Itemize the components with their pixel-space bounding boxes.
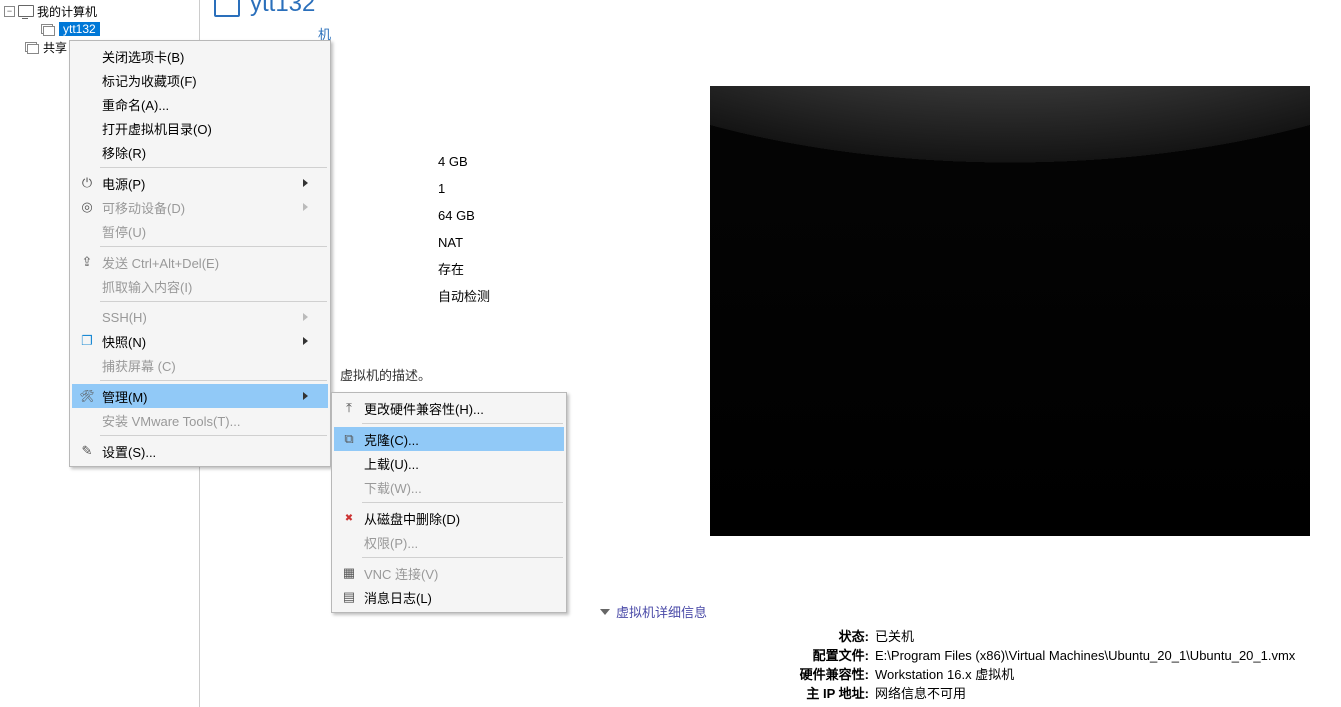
send-icon	[76, 254, 98, 270]
submenu-delete-disk[interactable]: 从磁盘中删除(D)	[334, 506, 564, 530]
menu-removable: 可移动设备(D)	[72, 195, 328, 219]
hw-disk: 64 GB	[438, 202, 490, 229]
menu-separator	[100, 167, 327, 168]
tree-root-label: 我的计算机	[37, 3, 97, 20]
hw-display: 自动检测	[438, 283, 490, 310]
wrench-icon	[76, 389, 98, 403]
menu-open-dir[interactable]: 打开虚拟机目录(O)	[72, 116, 328, 140]
menu-remove[interactable]: 移除(R)	[72, 140, 328, 164]
submenu-arrow-icon	[303, 392, 308, 400]
menu-power[interactable]: 电源(P)	[72, 171, 328, 195]
submenu-clone[interactable]: 克隆(C)...	[334, 427, 564, 451]
details-row-config: 配置文件: E:\Program Files (x86)\Virtual Mac…	[600, 646, 1341, 665]
details-row-compat: 硬件兼容性: Workstation 16.x 虚拟机	[600, 665, 1341, 684]
hw-network: NAT	[438, 229, 490, 256]
disk-icon	[76, 199, 98, 215]
menu-send-cad: 发送 Ctrl+Alt+Del(E)	[72, 250, 328, 274]
menu-close-tab[interactable]: 关闭选项卡(B)	[72, 44, 328, 68]
submenu-permissions: 权限(P)...	[334, 530, 564, 554]
tree-vm-row[interactable]: ytt132	[0, 20, 199, 38]
vm-title-icon	[214, 0, 240, 17]
delete-icon	[338, 513, 360, 524]
vm-title-row: ytt132	[200, 0, 1341, 24]
menu-rename[interactable]: 重命名(A)...	[72, 92, 328, 116]
details-header[interactable]: 虚拟机详细信息	[600, 602, 1341, 621]
submenu-change-hw[interactable]: 更改硬件兼容性(H)...	[334, 396, 564, 420]
menu-separator	[362, 557, 563, 558]
caret-down-icon	[600, 609, 610, 615]
submenu-arrow-icon	[303, 337, 308, 345]
vm-details-section: 虚拟机详细信息 状态: 已关机 配置文件: E:\Program Files (…	[600, 602, 1341, 703]
grid-icon	[338, 565, 360, 581]
submenu-msg-log[interactable]: 消息日志(L)	[334, 585, 564, 609]
menu-separator	[100, 435, 327, 436]
log-icon	[338, 589, 360, 605]
power-icon	[76, 175, 98, 191]
submenu-vnc: VNC 连接(V)	[334, 561, 564, 585]
expander-icon[interactable]: −	[4, 6, 15, 17]
hw-usb: 存在	[438, 256, 490, 283]
tree-selected-vm: ytt132	[59, 22, 100, 36]
submenu-upload[interactable]: 上载(U)...	[334, 451, 564, 475]
submenu-arrow-icon	[303, 203, 308, 211]
details-row-state: 状态: 已关机	[600, 627, 1341, 646]
menu-install-tools: 安装 VMware Tools(T)...	[72, 408, 328, 432]
menu-settings[interactable]: 设置(S)...	[72, 439, 328, 463]
settings-icon	[76, 443, 98, 459]
menu-manage[interactable]: 管理(M)	[72, 384, 328, 408]
partial-link-2[interactable]: 置	[200, 65, 1341, 84]
submenu-arrow-icon	[303, 313, 308, 321]
details-header-label: 虚拟机详细信息	[616, 602, 707, 621]
vm-icon	[40, 23, 56, 36]
menu-grab-input: 抓取输入内容(I)	[72, 274, 328, 298]
menu-separator	[100, 380, 327, 381]
details-row-ip: 主 IP 地址: 网络信息不可用	[600, 684, 1341, 703]
vm-description: 虚拟机的描述。	[340, 365, 431, 384]
menu-capture: 捕获屏幕 (C)	[72, 353, 328, 377]
vm-title: ytt132	[250, 0, 315, 18]
hw-memory: 4 GB	[438, 148, 490, 175]
upload-icon	[338, 400, 360, 416]
menu-snapshot[interactable]: 快照(N)	[72, 329, 328, 353]
menu-pause: 暂停(U)	[72, 219, 328, 243]
menu-separator	[100, 301, 327, 302]
menu-ssh: SSH(H)	[72, 305, 328, 329]
partial-link-1[interactable]: 机	[200, 24, 1341, 43]
tree-root-row[interactable]: − 我的计算机	[0, 2, 199, 20]
menu-separator	[362, 502, 563, 503]
shared-icon	[24, 41, 40, 54]
vm-screenshot-preview[interactable]	[710, 86, 1310, 536]
menu-separator	[362, 423, 563, 424]
hw-processors: 1	[438, 175, 490, 202]
menu-favorite[interactable]: 标记为收藏项(F)	[72, 68, 328, 92]
manage-submenu: 更改硬件兼容性(H)... 克隆(C)... 上载(U)... 下载(W)...…	[331, 392, 567, 613]
clone-icon	[338, 431, 360, 447]
computer-icon	[18, 5, 34, 17]
vm-context-menu: 关闭选项卡(B) 标记为收藏项(F) 重命名(A)... 打开虚拟机目录(O) …	[69, 40, 331, 467]
submenu-download: 下载(W)...	[334, 475, 564, 499]
snapshot-icon	[76, 333, 98, 349]
submenu-arrow-icon	[303, 179, 308, 187]
hardware-values: 4 GB 1 64 GB NAT 存在 自动检测	[438, 148, 490, 310]
tree-shared-label: 共享	[43, 39, 67, 56]
menu-separator	[100, 246, 327, 247]
